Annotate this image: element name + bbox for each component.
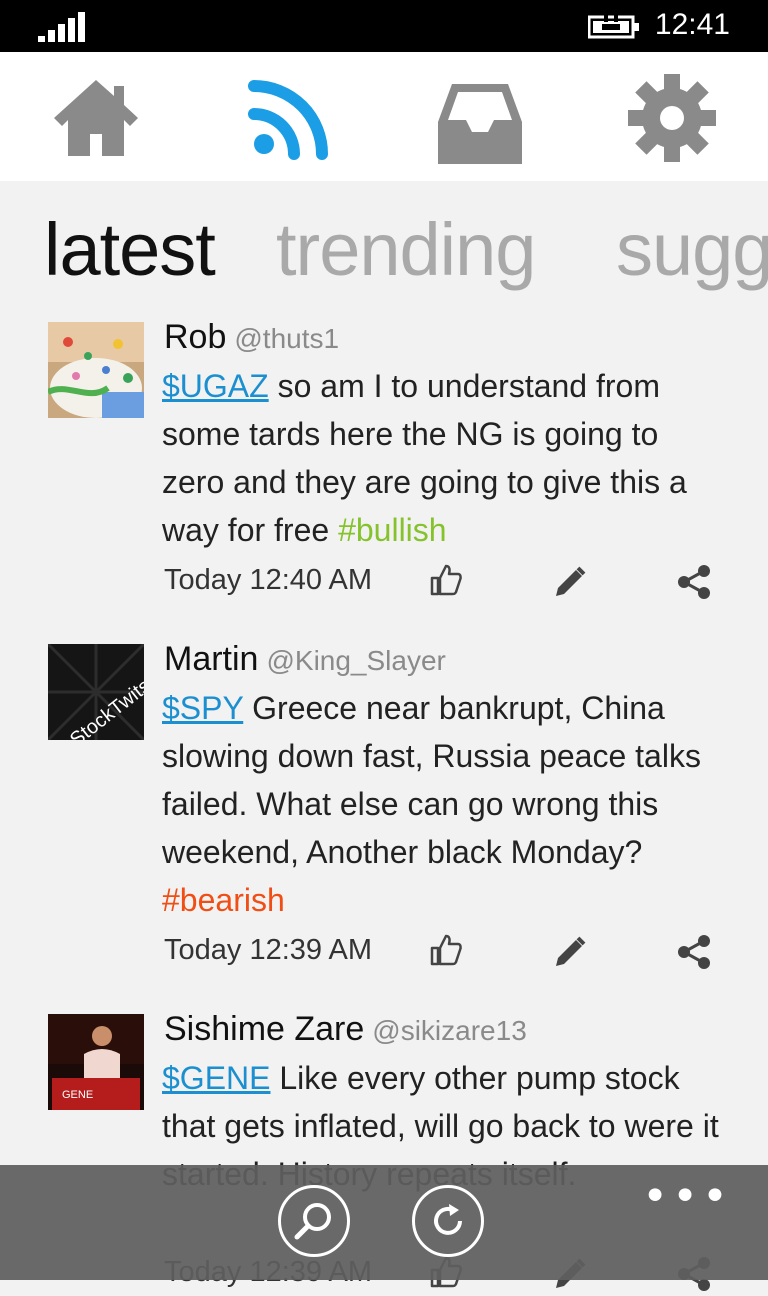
thumbs-up-icon <box>430 564 462 596</box>
reply-button[interactable] <box>552 934 588 970</box>
svg-text:GENE: GENE <box>62 1089 93 1101</box>
author-name[interactable]: Sishime Zare <box>164 1010 364 1048</box>
share-button[interactable] <box>676 564 712 600</box>
nav-stream-button[interactable] <box>244 72 336 164</box>
stocktwits-avatar-image: StockTwits <box>48 644 144 740</box>
rss-icon <box>248 80 328 160</box>
status-clock: 12:41 <box>654 8 730 41</box>
battery-charging-icon <box>587 14 640 40</box>
message-body: $UGAZ so am I to understand from some ta… <box>162 362 722 554</box>
signal-strength-icon <box>38 12 86 42</box>
author-name[interactable]: Martin <box>164 640 258 678</box>
avatar[interactable]: GENE <box>48 1014 144 1110</box>
share-icon <box>678 565 710 599</box>
author-handle[interactable]: @thuts1 <box>234 323 339 354</box>
refresh-button[interactable] <box>412 1185 484 1257</box>
speaker-avatar-image: GENE <box>48 1014 144 1110</box>
refresh-icon <box>434 1204 462 1235</box>
like-button[interactable] <box>428 562 464 598</box>
pivot-tabs: latest trending sugg <box>0 200 768 300</box>
message-text: Greece near bankrupt, China slowing down… <box>162 690 701 870</box>
message-timestamp: Today 12:39 AM <box>164 934 372 966</box>
like-button[interactable] <box>428 932 464 968</box>
search-button[interactable] <box>278 1185 350 1257</box>
nav-inbox-button[interactable] <box>434 72 526 164</box>
pencil-icon <box>556 936 586 966</box>
message-body: $SPY Greece near bankrupt, China slowing… <box>162 684 722 924</box>
cupcake-avatar-image <box>48 322 144 418</box>
thumbs-up-icon <box>430 934 462 966</box>
reply-button[interactable] <box>552 564 588 600</box>
share-button[interactable] <box>676 934 712 970</box>
sentiment-tag: #bearish <box>162 882 285 918</box>
author-name[interactable]: Rob <box>164 318 226 356</box>
ticker-link[interactable]: $SPY <box>162 690 243 726</box>
inbox-icon <box>438 84 522 164</box>
tab-latest[interactable]: latest <box>44 200 216 300</box>
message-timestamp: Today 12:40 AM <box>164 564 372 596</box>
author-handle[interactable]: @sikizare13 <box>372 1015 526 1046</box>
ticker-link[interactable]: $GENE <box>162 1060 270 1096</box>
pencil-icon <box>556 566 586 596</box>
nav-home-button[interactable] <box>50 72 142 164</box>
status-bar: 12:41 <box>0 0 768 52</box>
sentiment-tag: #bullish <box>338 512 447 548</box>
share-icon <box>678 935 710 969</box>
ticker-link[interactable]: $UGAZ <box>162 368 269 404</box>
tab-suggested[interactable]: sugg <box>616 200 768 300</box>
search-icon <box>294 1203 331 1240</box>
app-bar: ••• <box>0 1165 768 1280</box>
author-handle[interactable]: @King_Slayer <box>266 645 445 676</box>
gear-icon <box>628 74 716 162</box>
nav-settings-button[interactable] <box>626 72 718 164</box>
avatar[interactable]: StockTwits <box>48 644 144 740</box>
more-options-button[interactable]: ••• <box>642 1171 732 1222</box>
home-icon <box>54 80 138 156</box>
avatar[interactable] <box>48 322 144 418</box>
top-navigation <box>0 52 768 181</box>
tab-trending[interactable]: trending <box>276 200 536 300</box>
